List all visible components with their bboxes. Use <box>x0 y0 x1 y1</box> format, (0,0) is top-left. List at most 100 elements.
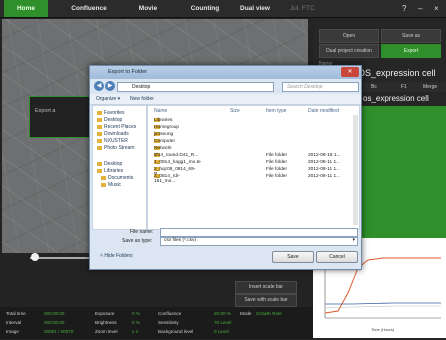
nav-item-photo-stream[interactable]: Photo Stream <box>97 145 135 151</box>
tab-bc[interactable]: Bc <box>371 82 377 92</box>
search-placeholder: Search Desktop <box>287 84 323 90</box>
project-title: OS_expression cell <box>358 68 436 78</box>
export-button[interactable]: Export <box>381 44 441 58</box>
folder-icon <box>97 145 102 150</box>
dialog-toolbar: Organize ▾ New folder <box>90 94 361 105</box>
save-with-scale-bar-button[interactable]: Save with scale bar <box>235 294 297 307</box>
list-item[interactable]: Computer <box>148 139 359 146</box>
top-tab-bar: Home Confluence Movie Counting Dual view… <box>0 0 446 18</box>
file-name-field[interactable] <box>160 228 358 237</box>
status-panel: Total time 000:00:00 Exposure 0 % Conflu… <box>0 307 313 339</box>
tab-movie[interactable]: Movie <box>126 0 170 17</box>
column-date-modified[interactable]: Date modified <box>308 108 339 114</box>
table-row[interactable]: 1_0914_hagg1_mo.te File folder 2012-08-1… <box>148 160 359 167</box>
export-dialog: Export to Folder ✕ ◀ ▶ Desktop Search De… <box>89 65 362 270</box>
background-level-label: Background level <box>158 329 194 334</box>
save-button[interactable]: Save <box>272 251 314 263</box>
nav-item-downloads[interactable]: Downloads <box>97 131 129 137</box>
folder-icon <box>97 131 102 136</box>
star-icon <box>97 110 102 115</box>
image-label: Image <box>6 329 19 334</box>
tab-dual-view[interactable]: Dual view <box>232 0 278 17</box>
nav-item-favorites[interactable]: Favorites <box>97 110 125 116</box>
dual-project-creation-button[interactable]: Dual project creation <box>319 44 379 58</box>
image-value: 00001 / 00070 <box>44 329 74 334</box>
tab-confluence[interactable]: Confluence <box>62 0 116 17</box>
table-row[interactable]: 3_0814_rdr-161_mo... File folder 2012-08… <box>148 174 359 184</box>
desktop-icon <box>97 161 102 166</box>
list-item[interactable]: jimseong <box>148 132 359 139</box>
table-row[interactable]: Ø14_round.D41_R... File folder 2012-08-1… <box>148 153 359 160</box>
graph-x-label: Time (Hours) <box>371 327 395 332</box>
list-item[interactable]: Libraries <box>148 118 359 125</box>
help-button[interactable]: ? <box>402 0 406 17</box>
zoom-level-label: Zoom level <box>95 329 118 334</box>
total-time-value: 000:00:00 <box>44 311 65 316</box>
sensitivity-label: Sensitivity <box>158 320 179 325</box>
frame-slider-handle[interactable] <box>31 253 39 261</box>
hide-folders-toggle[interactable]: ˄ Hide Folders <box>100 253 133 259</box>
table-row[interactable]: 2_hqc08_0814_69-R File folder 2012-08-11… <box>148 167 359 177</box>
sensitivity-value: 70 Level <box>214 320 232 325</box>
open-button[interactable]: Open <box>319 29 379 43</box>
music-icon <box>101 182 106 187</box>
exposure-label: Exposure <box>95 311 115 316</box>
exposure-value: 0 % <box>132 311 140 316</box>
cancel-button[interactable]: Cancel <box>316 251 358 263</box>
address-bar-row: ◀ ▶ Desktop Search Desktop <box>92 81 359 92</box>
mode-label: Mode <box>240 311 252 316</box>
tab-home[interactable]: Home <box>4 0 48 17</box>
navigation-pane: Favorites Desktop Recent Places Download… <box>92 105 147 230</box>
dialog-close-button[interactable]: ✕ <box>341 67 359 77</box>
nav-item-desktop[interactable]: Desktop <box>97 117 122 123</box>
export-label: Export a <box>35 108 56 114</box>
export-panel: Export a <box>29 96 93 138</box>
minimize-button[interactable]: – <box>418 0 422 17</box>
interval-value: 000:00:00 <box>44 320 65 325</box>
interval-label: Interval <box>6 320 22 325</box>
nav-item-libraries[interactable]: Libraries <box>97 168 123 174</box>
file-list-scrollbar[interactable] <box>353 115 358 225</box>
nav-item-documents[interactable]: Documents <box>101 175 133 181</box>
save-as-type-select[interactable]: csv files (*.csv) ▾ <box>160 237 358 246</box>
forward-arrow-icon[interactable]: ▶ <box>105 81 115 91</box>
tab-f1[interactable]: F1 <box>401 82 407 92</box>
folder-icon <box>97 124 102 129</box>
nav-item-recent-places[interactable]: Recent Places <box>97 124 136 130</box>
address-bar[interactable]: Desktop <box>117 82 274 92</box>
document-icon <box>101 175 106 180</box>
new-folder-button[interactable]: New folder <box>130 96 154 102</box>
list-item[interactable]: Homegroup <box>148 125 359 132</box>
confluence-value: 20.00 % <box>214 311 231 316</box>
growth-curve-gray <box>324 305 441 309</box>
dialog-titlebar[interactable]: Export to Folder ✕ <box>90 66 361 79</box>
close-button[interactable]: × <box>434 0 439 17</box>
list-item[interactable]: Network <box>148 146 359 153</box>
save-as-type-value: csv files (*.csv) <box>164 238 196 243</box>
nav-item-nxuster[interactable]: NXUSTER <box>97 138 128 144</box>
file-list: Name Size Item type Date modified Librar… <box>147 105 360 230</box>
back-arrow-icon[interactable]: ◀ <box>94 81 104 91</box>
search-input[interactable]: Search Desktop <box>282 82 359 92</box>
insert-scale-bar-button[interactable]: Insert scale bar <box>235 281 297 294</box>
mode-value: Growth Rate <box>256 311 282 316</box>
nav-item-music[interactable]: Music <box>101 182 121 188</box>
dialog-title: Export to Folder <box>108 69 148 75</box>
tab-counting[interactable]: Counting <box>180 0 230 17</box>
zoom-level-value: x 1 <box>132 329 139 334</box>
organize-menu[interactable]: Organize ▾ <box>96 96 120 102</box>
save-as-button[interactable]: Save as <box>381 29 441 43</box>
brightness-label: Brightness <box>95 320 117 325</box>
confluence-label: Confluence <box>158 311 182 316</box>
column-name[interactable]: Name <box>154 108 167 114</box>
column-item-type[interactable]: Item type <box>266 108 287 114</box>
background-level-value: 0 Level <box>214 329 229 334</box>
project-subtitle: os_expression cell <box>363 94 429 103</box>
folder-icon <box>97 138 102 143</box>
chevron-down-icon: ▾ <box>352 237 355 243</box>
address-path: Desktop <box>132 84 151 90</box>
nav-item-desktop-root[interactable]: Desktop <box>97 161 122 167</box>
column-size[interactable]: Size <box>230 108 240 114</box>
tab-merge[interactable]: Merge <box>423 82 437 92</box>
save-as-type-label: Save as type: <box>122 238 153 244</box>
